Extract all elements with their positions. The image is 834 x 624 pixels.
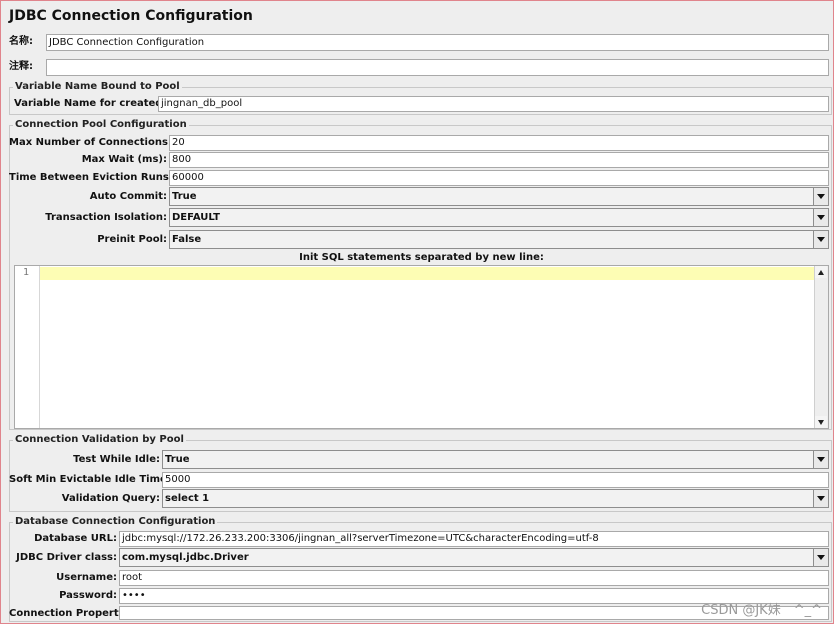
isolation-value: DEFAULT bbox=[172, 212, 220, 223]
line-number-gutter: 1 bbox=[15, 266, 40, 428]
max-connections-input[interactable]: 20 bbox=[169, 135, 829, 151]
comments-input[interactable] bbox=[46, 59, 829, 76]
comments-label: 注释: bbox=[9, 61, 33, 72]
name-label: 名称: bbox=[9, 36, 33, 47]
auto-commit-select[interactable]: True bbox=[169, 187, 829, 206]
validation-query-label: Validation Query: bbox=[61, 493, 160, 504]
test-idle-label: Test While Idle: bbox=[73, 454, 160, 465]
max-connections-label: Max Number of Connections: bbox=[9, 137, 172, 148]
validation-group-title: Connection Validation by Pool bbox=[13, 434, 186, 446]
validation-query-value: select 1 bbox=[165, 493, 210, 504]
auto-commit-value: True bbox=[172, 191, 197, 202]
init-sql-label: Init SQL statements separated by new lin… bbox=[299, 252, 544, 263]
eviction-label: Time Between Eviction Runs (ms): bbox=[9, 172, 202, 183]
variable-name-input[interactable]: jingnan_db_pool bbox=[158, 96, 829, 112]
init-sql-editor[interactable]: 1 bbox=[14, 265, 829, 429]
connection-properties-label: Connection Properties: bbox=[9, 608, 139, 619]
isolation-select[interactable]: DEFAULT bbox=[169, 208, 829, 227]
variable-group-title: Variable Name Bound to Pool bbox=[13, 81, 182, 93]
password-label: Password: bbox=[59, 590, 117, 601]
chevron-down-icon[interactable] bbox=[813, 231, 828, 248]
username-input[interactable]: root bbox=[119, 570, 829, 586]
database-url-label: Database URL: bbox=[34, 533, 117, 544]
preinit-select[interactable]: False bbox=[169, 230, 829, 249]
username-label: Username: bbox=[56, 572, 117, 583]
driver-class-value: com.mysql.jdbc.Driver bbox=[122, 552, 249, 563]
soft-min-label: Soft Min Evictable Idle Time(ms): bbox=[9, 474, 197, 485]
chevron-down-icon[interactable] bbox=[813, 209, 828, 226]
validation-query-select[interactable]: select 1 bbox=[162, 489, 829, 508]
eviction-input[interactable]: 60000 bbox=[169, 170, 829, 186]
chevron-down-icon[interactable] bbox=[813, 549, 828, 566]
chevron-down-icon[interactable] bbox=[813, 188, 828, 205]
db-group-title: Database Connection Configuration bbox=[13, 516, 218, 528]
page-title: JDBC Connection Configuration bbox=[9, 8, 253, 24]
driver-class-label: JDBC Driver class: bbox=[16, 552, 117, 563]
max-wait-input[interactable]: 800 bbox=[169, 152, 829, 168]
pool-group-title: Connection Pool Configuration bbox=[13, 119, 189, 131]
chevron-down-icon[interactable] bbox=[813, 451, 828, 468]
isolation-label: Transaction Isolation: bbox=[45, 212, 167, 223]
driver-class-select[interactable]: com.mysql.jdbc.Driver bbox=[119, 548, 829, 567]
current-line-highlight bbox=[40, 267, 814, 280]
name-input[interactable]: JDBC Connection Configuration bbox=[46, 34, 829, 51]
database-url-input[interactable]: jdbc:mysql://172.26.233.200:3306/jingnan… bbox=[119, 531, 829, 547]
scroll-down-icon[interactable] bbox=[815, 416, 827, 428]
chevron-down-icon[interactable] bbox=[813, 490, 828, 507]
scroll-up-icon[interactable] bbox=[815, 266, 827, 278]
test-idle-value: True bbox=[165, 454, 190, 465]
preinit-value: False bbox=[172, 234, 202, 245]
soft-min-input[interactable]: 5000 bbox=[162, 472, 829, 488]
test-idle-select[interactable]: True bbox=[162, 450, 829, 469]
watermark: CSDN @JK妹 ^_^ bbox=[701, 603, 822, 618]
auto-commit-label: Auto Commit: bbox=[89, 191, 167, 202]
preinit-label: Preinit Pool: bbox=[97, 234, 167, 245]
line-number: 1 bbox=[22, 267, 29, 278]
editor-scrollbar[interactable] bbox=[814, 266, 828, 428]
max-wait-label: Max Wait (ms): bbox=[81, 154, 167, 165]
